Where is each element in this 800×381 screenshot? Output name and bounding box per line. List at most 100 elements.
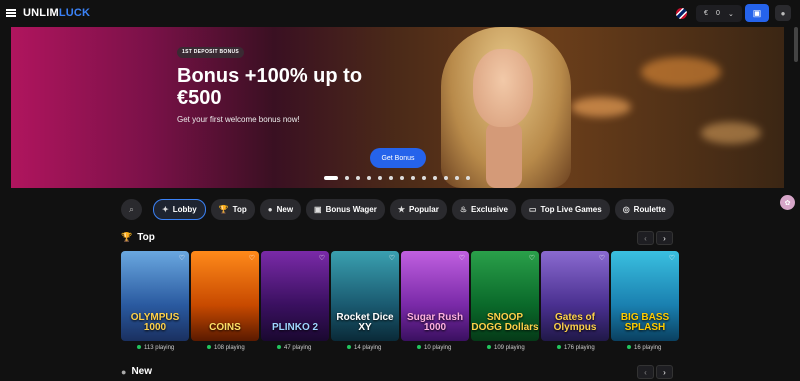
wallet-icon: ▣ <box>752 7 762 18</box>
star-icon: ★ <box>397 205 406 214</box>
carousel-dot[interactable] <box>466 176 470 180</box>
category-tab-exclusive[interactable]: ♨ Exclusive <box>451 199 516 220</box>
carousel-dot[interactable] <box>400 176 404 180</box>
game-thumbnail[interactable]: SNOOP DOGG Dollars ♡ <box>471 251 539 341</box>
get-bonus-button[interactable]: Get Bonus <box>370 148 426 168</box>
scrollbar[interactable] <box>794 27 798 62</box>
section-top-label: Top <box>137 232 155 243</box>
chat-support-icon[interactable]: ✿ <box>780 195 795 210</box>
game-card[interactable]: OLYMPUS 1000 ♡ 113 playing <box>121 251 189 351</box>
category-tabs: ✦ Lobby 🏆 Top ● New ▣ Bonus Wager ★ Popular ♨ Exclu… <box>153 199 674 220</box>
game-thumbnail[interactable]: Gates of Olympus ♡ <box>541 251 609 341</box>
wallet-button[interactable]: ▣ <box>745 4 769 22</box>
game-card[interactable]: Rocket Dice XY ♡ 14 playing <box>331 251 399 351</box>
section-top-title: 🏆 Top <box>121 232 155 243</box>
language-flag-icon[interactable] <box>676 8 687 19</box>
online-dot-icon <box>277 345 281 350</box>
carousel-dot[interactable] <box>433 176 437 180</box>
carousel-dot[interactable] <box>367 176 371 180</box>
category-label: Bonus Wager <box>325 205 377 214</box>
game-card[interactable]: SNOOP DOGG Dollars ♡ 109 playing <box>471 251 539 351</box>
live-icon: ▭ <box>528 205 537 214</box>
section-new-title: ● New <box>121 366 152 377</box>
top-games-row: OLYMPUS 1000 ♡ 113 playing COINS ♡ 108 playin… <box>121 251 679 351</box>
next-arrow-icon[interactable]: › <box>656 231 673 245</box>
category-tab-lobby[interactable]: ✦ Lobby <box>153 199 206 220</box>
game-title: PLINKO 2 <box>271 322 319 333</box>
game-card[interactable]: Sugar Rush 1000 ♡ 10 playing <box>401 251 469 351</box>
favorite-heart-icon[interactable]: ♡ <box>249 254 255 262</box>
prev-arrow-icon[interactable]: ‹ <box>637 365 654 379</box>
player-count: 10 playing <box>417 345 451 351</box>
carousel-dot[interactable] <box>389 176 393 180</box>
top-bar: UNLIMLUCK € 0 ⌄ ▣ ● <box>0 0 800 27</box>
carousel-dot[interactable] <box>411 176 415 180</box>
carousel-dot[interactable] <box>356 176 360 180</box>
flame-icon: ♨ <box>459 205 467 214</box>
balance-selector[interactable]: € 0 ⌄ <box>696 5 742 22</box>
player-count: 16 playing <box>627 345 661 351</box>
roulette-icon: ◎ <box>622 205 630 214</box>
game-title: Gates of Olympus <box>553 312 597 333</box>
category-label: Top <box>232 205 247 214</box>
player-count-label: 10 playing <box>424 345 452 351</box>
game-thumbnail[interactable]: COINS ♡ <box>191 251 259 341</box>
online-dot-icon <box>207 345 211 350</box>
online-dot-icon <box>487 345 491 350</box>
player-count-label: 16 playing <box>634 345 662 351</box>
carousel-dot[interactable] <box>324 176 338 180</box>
favorite-heart-icon[interactable]: ♡ <box>529 254 535 262</box>
favorite-heart-icon[interactable]: ♡ <box>459 254 465 262</box>
prev-arrow-icon[interactable]: ‹ <box>637 231 654 245</box>
favorite-heart-icon[interactable]: ♡ <box>599 254 605 262</box>
category-tab-popular[interactable]: ★ Popular <box>389 199 447 220</box>
logo-primary: UNLIM <box>23 7 59 19</box>
favorite-heart-icon[interactable]: ♡ <box>669 254 675 262</box>
player-count: 176 playing <box>557 345 595 351</box>
category-tab-top-live-games[interactable]: ▭ Top Live Games <box>520 199 610 220</box>
carousel-dot[interactable] <box>378 176 382 180</box>
game-card[interactable]: PLINKO 2 ♡ 47 playing <box>261 251 329 351</box>
banner-subtitle: Get your first welcome bonus now! <box>177 115 300 124</box>
game-card[interactable]: Gates of Olympus ♡ 176 playing <box>541 251 609 351</box>
game-thumbnail[interactable]: OLYMPUS 1000 ♡ <box>121 251 189 341</box>
balance-value: 0 <box>716 10 720 17</box>
game-card[interactable]: BIG BASS SPLASH ♡ 16 playing <box>611 251 679 351</box>
category-tab-top[interactable]: 🏆 Top <box>210 199 255 220</box>
category-label: Exclusive <box>471 205 508 214</box>
favorite-heart-icon[interactable]: ♡ <box>389 254 395 262</box>
game-title: OLYMPUS 1000 <box>130 312 180 333</box>
user-account-button[interactable]: ● <box>775 5 791 21</box>
favorite-heart-icon[interactable]: ♡ <box>319 254 325 262</box>
category-tab-bonus-wager[interactable]: ▣ Bonus Wager <box>306 199 385 220</box>
carousel-dot[interactable] <box>455 176 459 180</box>
category-label: Lobby <box>172 205 197 214</box>
game-thumbnail[interactable]: Rocket Dice XY ♡ <box>331 251 399 341</box>
player-count-label: 176 playing <box>564 345 595 351</box>
game-thumbnail[interactable]: Sugar Rush 1000 ♡ <box>401 251 469 341</box>
carousel-dot[interactable] <box>345 176 349 180</box>
player-count: 47 playing <box>277 345 311 351</box>
favorite-heart-icon[interactable]: ♡ <box>179 254 185 262</box>
banner-model-image <box>431 27 581 188</box>
category-label: New <box>276 205 294 214</box>
logo-accent: LUCK <box>58 7 91 19</box>
carousel-dot[interactable] <box>444 176 448 180</box>
player-count-label: 113 playing <box>144 345 175 351</box>
new-icon: ● <box>267 205 273 214</box>
game-thumbnail[interactable]: BIG BASS SPLASH ♡ <box>611 251 679 341</box>
trophy-icon: 🏆 <box>121 232 133 242</box>
game-card[interactable]: COINS ♡ 108 playing <box>191 251 259 351</box>
logo[interactable]: UNLIMLUCK <box>23 7 90 19</box>
player-count-label: 108 playing <box>214 345 245 351</box>
menu-icon[interactable] <box>6 9 16 17</box>
next-arrow-icon[interactable]: › <box>656 365 673 379</box>
search-button[interactable]: ⌕ <box>121 199 142 220</box>
game-title: Sugar Rush 1000 <box>406 312 464 333</box>
user-icon: ● <box>780 8 786 18</box>
category-tab-new[interactable]: ● New <box>259 199 302 220</box>
gift-icon: ▣ <box>314 205 322 214</box>
category-tab-roulette[interactable]: ◎ Roulette <box>614 199 674 220</box>
carousel-dot[interactable] <box>422 176 426 180</box>
game-thumbnail[interactable]: PLINKO 2 ♡ <box>261 251 329 341</box>
